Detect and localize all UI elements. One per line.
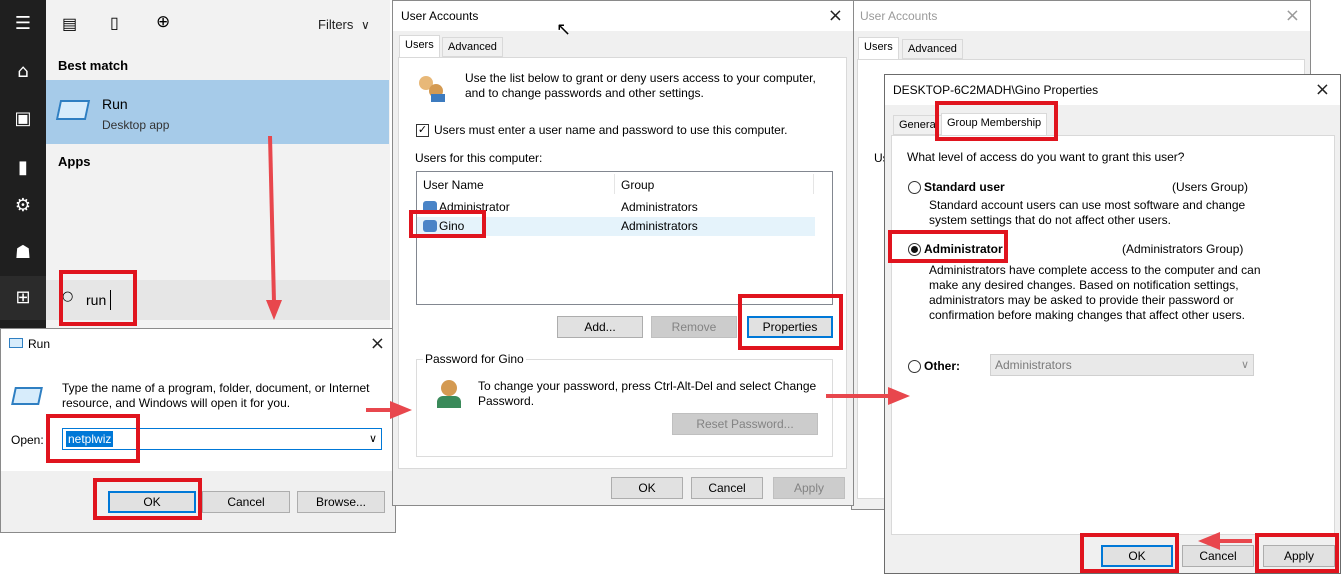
annotation-arrows (266, 135, 1252, 550)
